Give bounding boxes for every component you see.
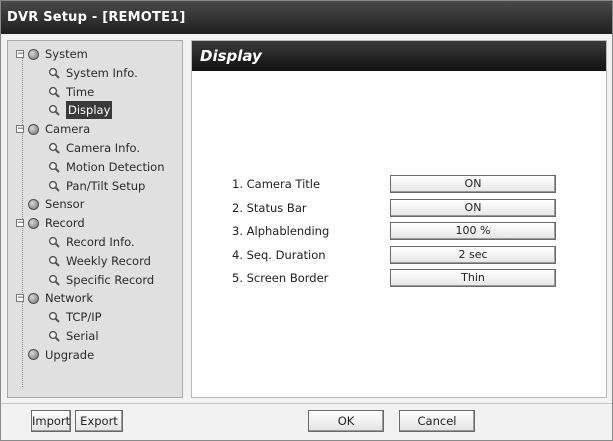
- tree-item-label: Upgrade: [45, 347, 95, 362]
- tree-item-sensor[interactable]: Sensor: [16, 195, 84, 213]
- tree-item-display[interactable]: Display: [48, 101, 113, 120]
- collapse-toggle-icon[interactable]: −: [16, 50, 25, 59]
- ok-button[interactable]: OK: [308, 410, 384, 432]
- tree-item-label: Sensor: [45, 197, 85, 212]
- tree-item-camera[interactable]: − Camera: [16, 120, 90, 138]
- tree-item-label: Record Info.: [66, 235, 135, 249]
- settings-panel: Display 1. Camera Title ON 2. Status Bar ON…: [191, 40, 607, 398]
- tree-item-label: Display: [66, 101, 113, 120]
- tree-item-system-info[interactable]: System Info.: [48, 64, 138, 82]
- tree-item-camera-info[interactable]: Camera Info.: [48, 139, 140, 157]
- tree-item-tcp-ip[interactable]: TCP/IP: [48, 308, 102, 326]
- dvr-setup-window: DVR Setup - [REMOTE1] − System System Info…: [0, 0, 613, 441]
- folder-ball-icon: [28, 217, 39, 229]
- setting-row-screen-border: 5. Screen Border Thin: [232, 268, 556, 288]
- folder-ball-icon: [28, 198, 39, 210]
- tree-item-label: Weekly Record: [66, 253, 151, 268]
- seq-duration-value-button[interactable]: 2 sec: [390, 245, 556, 264]
- import-button[interactable]: Import: [31, 410, 71, 432]
- magnifier-icon: [48, 312, 60, 323]
- status-bar-value-button[interactable]: ON: [390, 198, 556, 217]
- folder-ball-icon: [28, 48, 39, 60]
- magnifier-icon: [48, 180, 60, 192]
- tree-item-serial[interactable]: Serial: [48, 327, 99, 345]
- window-title: DVR Setup - [REMOTE1]: [1, 1, 612, 34]
- tree-item-network[interactable]: − Network: [16, 289, 93, 307]
- tree-item-label: Motion Detection: [66, 159, 165, 174]
- tree-item-label: Pan/Tilt Setup: [66, 178, 146, 193]
- magnifier-icon: [48, 330, 60, 342]
- folder-ball-icon: [28, 123, 39, 135]
- tree-item-motion-detection[interactable]: Motion Detection: [48, 158, 165, 176]
- tree-item-upgrade[interactable]: Upgrade: [16, 346, 94, 364]
- alphablending-value-button[interactable]: 100 %: [390, 222, 556, 240]
- tree-item-label: System: [45, 47, 88, 61]
- tree-item-label: Camera Info.: [66, 141, 141, 155]
- camera-title-value-button[interactable]: ON: [390, 175, 556, 193]
- folder-ball-icon: [28, 292, 39, 304]
- tree-item-label: Serial: [66, 329, 99, 343]
- tree-item-weekly-record[interactable]: Weekly Record: [48, 252, 151, 270]
- tree-item-label: TCP/IP: [66, 310, 102, 325]
- tree-item-label: Record: [45, 216, 85, 231]
- setting-label: 3. Alphablending: [232, 224, 330, 238]
- tree-item-time[interactable]: Time: [48, 83, 94, 101]
- setting-row-camera-title: 1. Camera Title ON: [232, 174, 556, 194]
- folder-ball-icon: [28, 349, 39, 361]
- collapse-toggle-icon[interactable]: −: [16, 294, 25, 303]
- setting-label: 2. Status Bar: [232, 200, 307, 215]
- tree-item-system[interactable]: − System: [16, 45, 88, 63]
- screen-border-value-button[interactable]: Thin: [390, 269, 556, 287]
- setting-label: 5. Screen Border: [232, 271, 329, 285]
- collapse-toggle-icon[interactable]: −: [16, 219, 25, 228]
- tree-item-label: Time: [66, 84, 95, 99]
- magnifier-icon: [48, 274, 60, 286]
- magnifier-icon: [48, 105, 60, 117]
- magnifier-icon: [48, 67, 60, 79]
- export-button[interactable]: Export: [75, 410, 123, 432]
- magnifier-icon: [48, 236, 60, 248]
- setting-row-seq-duration: 4. Seq. Duration 2 sec: [232, 245, 556, 265]
- setting-row-status-bar: 2. Status Bar ON: [232, 198, 556, 218]
- magnifier-icon: [48, 142, 60, 154]
- tree-item-pan-tilt-setup[interactable]: Pan/Tilt Setup: [48, 177, 145, 195]
- tree-item-record-info[interactable]: Record Info.: [48, 233, 135, 251]
- magnifier-icon: [48, 161, 60, 173]
- magnifier-icon: [48, 255, 60, 267]
- cancel-button[interactable]: Cancel: [399, 410, 475, 432]
- footer-divider: [1, 403, 612, 404]
- tree-item-label: Specific Record: [66, 272, 155, 287]
- magnifier-icon: [48, 86, 60, 98]
- tree-item-label: Network: [45, 291, 94, 306]
- tree-item-label: System Info.: [66, 65, 138, 80]
- panel-title: Display: [192, 41, 606, 71]
- setting-row-alphablending: 3. Alphablending 100 %: [232, 221, 556, 241]
- setup-tree[interactable]: − System System Info. Time Display − Camera Cam…: [7, 40, 183, 398]
- collapse-toggle-icon[interactable]: −: [16, 125, 25, 134]
- tree-item-record[interactable]: − Record: [16, 214, 85, 232]
- setting-label: 1. Camera Title: [232, 177, 321, 191]
- tree-item-specific-record[interactable]: Specific Record: [48, 271, 154, 289]
- tree-item-label: Camera: [45, 122, 91, 137]
- setting-label: 4. Seq. Duration: [232, 247, 326, 262]
